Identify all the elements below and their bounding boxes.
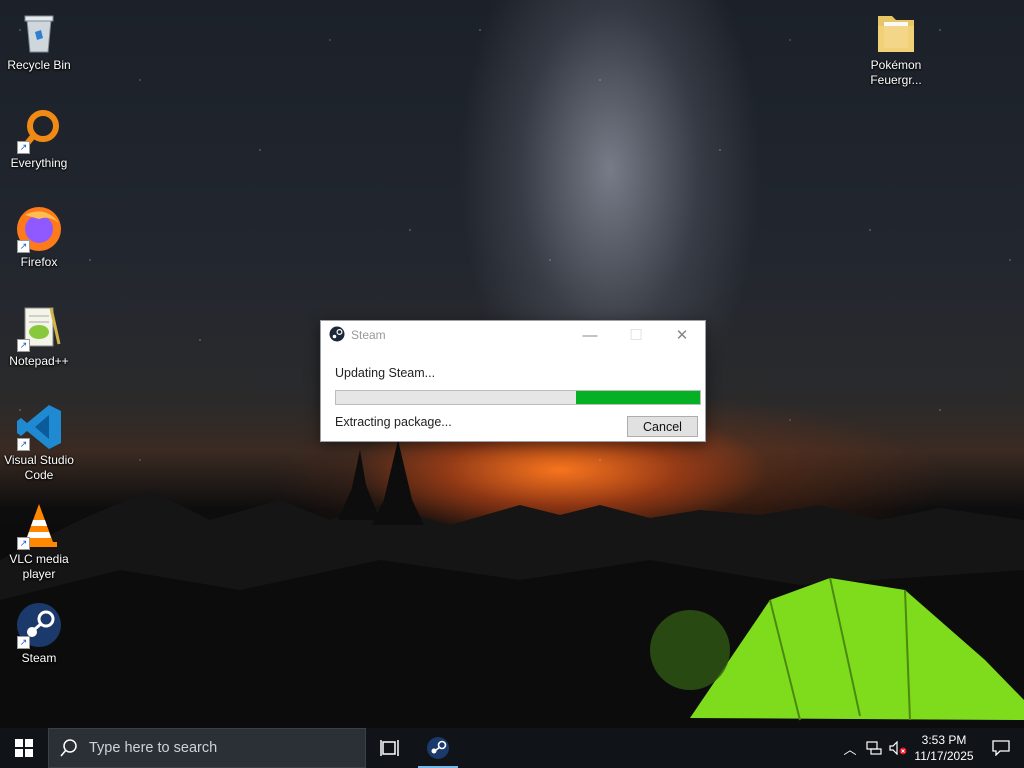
cancel-button[interactable]: Cancel [627, 416, 698, 437]
desktop-icon-pokemon-folder[interactable]: Pokémon Feuergr... [858, 8, 934, 88]
system-tray: ︿ 3:53 PM 11/17/2025 [838, 728, 1024, 768]
network-button[interactable] [862, 741, 886, 755]
shortcut-arrow-icon: ↗ [17, 636, 30, 649]
taskbar: Type here to search ︿ 3:53 PM 11/17/2025 [0, 728, 1024, 768]
desktop-icon-steam[interactable]: ↗ Steam [1, 601, 77, 666]
desktop-icon-notepad-plus-plus[interactable]: ↗ Notepad++ [1, 304, 77, 369]
vlc-icon: ↗ [15, 502, 63, 550]
notepad-plus-plus-icon: ↗ [15, 304, 63, 352]
notification-icon [992, 740, 1010, 756]
shortcut-arrow-icon: ↗ [17, 339, 30, 352]
maximize-icon: ☐ [629, 327, 643, 344]
start-button[interactable] [0, 728, 48, 768]
steam-logo-icon [329, 326, 345, 345]
clock-time: 3:53 PM [921, 733, 967, 747]
desktop-icon-firefox[interactable]: ↗ Firefox [1, 205, 77, 270]
taskbar-steam-button[interactable] [414, 728, 462, 768]
task-view-button[interactable] [366, 728, 414, 768]
windows-logo-icon [15, 739, 33, 757]
steam-update-dialog: Steam — ☐ ✕ Updating Steam... Extracting… [320, 320, 706, 442]
network-icon [866, 741, 882, 755]
close-button[interactable]: ✕ [659, 321, 705, 349]
maximize-button[interactable]: ☐ [613, 321, 659, 349]
search-placeholder: Type here to search [89, 740, 218, 756]
recycle-bin-icon [15, 8, 63, 56]
steam-icon [427, 737, 449, 759]
taskbar-clock[interactable]: 3:53 PM 11/17/2025 [910, 732, 978, 764]
vscode-icon: ↗ [15, 403, 63, 451]
update-progress-bar [335, 390, 701, 405]
volume-button[interactable] [886, 741, 910, 755]
update-substatus-text: Extracting package... [335, 415, 452, 429]
minimize-button[interactable]: — [567, 321, 613, 349]
everything-search-icon: ↗ [15, 106, 63, 154]
shortcut-arrow-icon: ↗ [17, 537, 30, 550]
clock-date: 11/17/2025 [914, 749, 974, 763]
folder-icon [872, 8, 920, 56]
search-icon [49, 739, 89, 757]
shortcut-arrow-icon: ↗ [17, 438, 30, 451]
minimize-icon: — [582, 326, 598, 344]
action-center-button[interactable] [978, 740, 1024, 756]
desktop-icon-everything[interactable]: ↗ Everything [1, 106, 77, 171]
steam-icon: ↗ [15, 601, 63, 649]
desktop-icon-vlc[interactable]: ↗ VLC media player [1, 502, 77, 582]
task-view-icon [380, 740, 399, 756]
dialog-title: Steam [351, 328, 386, 342]
volume-muted-icon [889, 741, 907, 755]
shortcut-arrow-icon: ↗ [17, 240, 30, 253]
taskbar-search-box[interactable]: Type here to search [48, 728, 366, 768]
update-status-text: Updating Steam... [335, 366, 436, 380]
desktop-icon-vscode[interactable]: ↗ Visual Studio Code [1, 403, 77, 483]
desktop-icon-recycle-bin[interactable]: Recycle Bin [1, 8, 77, 73]
show-hidden-icons-button[interactable]: ︿ [838, 739, 862, 758]
close-icon: ✕ [675, 327, 689, 344]
progress-fill [576, 391, 700, 404]
chevron-up-icon: ︿ [843, 741, 857, 757]
firefox-icon: ↗ [15, 205, 63, 253]
shortcut-arrow-icon: ↗ [17, 141, 30, 154]
